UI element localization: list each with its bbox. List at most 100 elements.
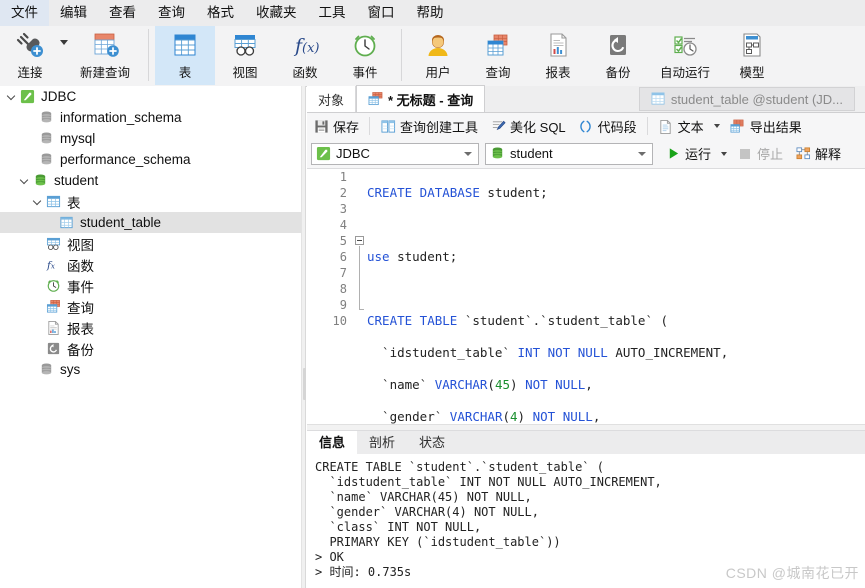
toolbar-function-button[interactable]: f (x) 函数	[275, 26, 335, 85]
tree-node-student-table[interactable]: student_table	[0, 212, 301, 233]
menu-item-query[interactable]: 查询	[147, 0, 196, 26]
table-tab-icon	[651, 92, 666, 106]
tree-node-events-folder[interactable]: 事件	[0, 275, 301, 296]
tab-profile[interactable]: 剖析	[357, 432, 407, 454]
chevron-down-icon[interactable]	[4, 86, 19, 107]
toolbar-view-button[interactable]: 视图	[215, 26, 275, 85]
database-select-value: student	[510, 146, 553, 161]
tab-message-label: 信息	[319, 435, 346, 450]
text-mode-label: 文本	[677, 119, 704, 135]
chevron-down-icon[interactable]	[30, 191, 45, 212]
splitter-grip[interactable]	[303, 368, 306, 400]
run-caret-icon[interactable]	[721, 151, 728, 156]
tab-untitled-query-label: * 无标题 - 查询	[388, 92, 474, 108]
text-mode-button[interactable]: 文本	[652, 114, 710, 138]
beautify-sql-button[interactable]: 美化 SQL	[484, 114, 572, 138]
sql-editor[interactable]: 1 2 3 4 5 6 7 8 9 10 CREATE DATABASE stu…	[307, 169, 865, 424]
explain-button[interactable]: 解释	[789, 142, 847, 166]
toolbar-report-button[interactable]: 报表	[528, 26, 588, 85]
chevron-right-icon[interactable]	[30, 338, 45, 359]
menu-item-help[interactable]: 帮助	[406, 0, 455, 26]
menu-item-favorites[interactable]: 收藏夹	[245, 0, 308, 26]
toolbar-divider-2	[401, 29, 402, 81]
save-button[interactable]: 保存	[307, 114, 365, 138]
database-navigator-tree[interactable]: JDBC information_schema mysql performanc…	[0, 86, 301, 588]
toolbar-event-button[interactable]: 事件	[335, 26, 395, 85]
parentheses-icon	[578, 118, 594, 134]
connection-select[interactable]: JDBC	[311, 142, 479, 165]
nav-application-window: 文件 编辑 查看 查询 格式 收藏夹 工具 窗口 帮助 连接 新建查询 表 视图…	[0, 0, 865, 588]
query-icon	[483, 30, 513, 60]
code-fold-column[interactable]	[353, 169, 367, 424]
toolbar-new-query-button[interactable]: 新建查询	[68, 26, 142, 85]
panel-splitter-vertical[interactable]	[301, 86, 306, 588]
toolbar-connection-button[interactable]: 连接	[0, 26, 60, 85]
tree-node-backups-folder[interactable]: 备份	[0, 338, 301, 359]
toolbar-backup-button[interactable]: 备份	[588, 26, 648, 85]
tree-label-events-folder: 事件	[67, 279, 94, 295]
menu-item-window[interactable]: 窗口	[357, 0, 406, 26]
event-clock-icon	[350, 30, 380, 60]
database-icon	[38, 130, 55, 147]
results-tab-strip: 信息 剖析 状态	[307, 431, 865, 454]
toolbar-user-button[interactable]: 用户	[408, 26, 468, 85]
tab-status[interactable]: 状态	[407, 432, 457, 454]
tree-label-student-database: student	[54, 173, 99, 188]
line-number: 9	[339, 298, 347, 312]
chevron-right-icon[interactable]	[30, 296, 45, 317]
tab-objects[interactable]: 对象	[307, 86, 357, 112]
table-folder-icon	[45, 193, 62, 210]
export-result-label: 导出结果	[749, 119, 802, 135]
toolbar-model-button[interactable]: 模型	[722, 26, 782, 85]
panel-splitter-horizontal[interactable]	[307, 424, 865, 431]
chevron-right-icon[interactable]	[30, 254, 45, 275]
tree-node-information-schema[interactable]: information_schema	[0, 107, 301, 128]
toolbar-table-button[interactable]: 表	[155, 26, 215, 85]
new-query-icon	[90, 30, 120, 60]
menu-item-view[interactable]: 查看	[98, 0, 147, 26]
menu-item-tools[interactable]: 工具	[308, 0, 357, 26]
export-result-button[interactable]: 导出结果	[724, 114, 808, 138]
query-builder-icon	[380, 118, 396, 134]
tree-node-queries-folder[interactable]: 查询	[0, 296, 301, 317]
tab-student-table[interactable]: student_table @student (JD...	[638, 87, 855, 111]
tree-node-sys[interactable]: sys	[0, 359, 301, 380]
tree-node-reports-folder[interactable]: 报表	[0, 317, 301, 338]
chevron-down-icon[interactable]	[460, 151, 476, 156]
toolbar-automation-button[interactable]: 自动运行	[648, 26, 722, 85]
tree-node-student-database[interactable]: student	[0, 170, 301, 191]
table-icon	[170, 30, 200, 60]
chevron-down-icon[interactable]	[17, 170, 32, 191]
editor-connection-bar: JDBC student 运行 停止 解释	[307, 139, 865, 169]
toolbar-model-label: 模型	[739, 66, 765, 80]
run-button[interactable]: 运行	[659, 142, 717, 166]
menu-item-file[interactable]: 文件	[0, 0, 49, 26]
menu-item-edit[interactable]: 编辑	[49, 0, 98, 26]
menu-item-format[interactable]: 格式	[196, 0, 245, 26]
connection-dropdown-caret-icon[interactable]	[60, 40, 68, 45]
fold-toggle-icon[interactable]	[355, 236, 364, 245]
chevron-right-icon[interactable]	[30, 275, 45, 296]
code-snippet-button[interactable]: 代码段	[572, 114, 643, 138]
line-number: 8	[339, 282, 347, 296]
chevron-right-icon[interactable]	[30, 317, 45, 338]
tree-node-views-folder[interactable]: 视图	[0, 233, 301, 254]
chevron-down-icon[interactable]	[634, 151, 650, 156]
tree-node-performance-schema[interactable]: performance_schema	[0, 149, 301, 170]
event-folder-icon	[45, 277, 62, 294]
play-icon	[665, 146, 681, 162]
code-line-6: `idstudent_table` INT NOT NULL AUTO_INCR…	[367, 345, 729, 360]
toolbar-query-button[interactable]: 查询	[468, 26, 528, 85]
toolbar-divider-1	[148, 29, 149, 81]
tree-node-tables-folder[interactable]: 表	[0, 191, 301, 212]
tree-label-backups-folder: 备份	[67, 342, 94, 358]
text-mode-caret-icon[interactable]	[713, 124, 720, 128]
tree-node-mysql[interactable]: mysql	[0, 128, 301, 149]
tree-node-jdbc[interactable]: JDBC	[0, 86, 301, 107]
sql-code-text[interactable]: CREATE DATABASE student; use student; CR…	[367, 169, 865, 424]
query-builder-button[interactable]: 查询创建工具	[374, 114, 484, 138]
tab-untitled-query[interactable]: * 无标题 - 查询	[356, 85, 486, 112]
database-select[interactable]: student	[485, 142, 653, 165]
tree-node-functions-folder[interactable]: fx 函数	[0, 254, 301, 275]
tab-message[interactable]: 信息	[307, 431, 358, 454]
